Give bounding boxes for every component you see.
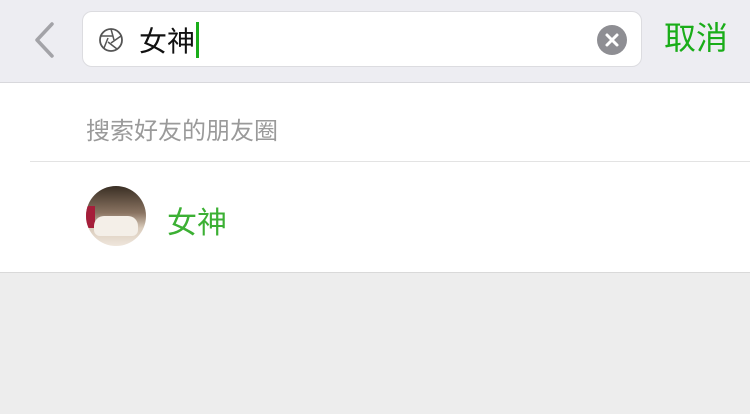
cancel-button[interactable]: 取消 xyxy=(664,16,728,60)
search-input[interactable]: 女神 xyxy=(82,11,642,67)
search-query-text[interactable]: 女神 xyxy=(139,20,200,60)
search-header: 女神 取消 xyxy=(0,0,750,83)
chevron-left-icon xyxy=(35,22,54,58)
back-button[interactable] xyxy=(24,18,64,62)
contact-name: 女神 xyxy=(167,206,227,241)
text-caret xyxy=(196,22,200,58)
clear-circle-icon xyxy=(605,33,619,47)
search-query-value: 女神 xyxy=(139,25,196,58)
avatar xyxy=(86,186,146,246)
section-title: 搜索好友的朋友圈 xyxy=(86,117,278,145)
search-results-panel: 搜索好友的朋友圈 女神 xyxy=(0,83,750,273)
clear-search-button[interactable] xyxy=(597,25,627,55)
moments-shutter-icon xyxy=(99,28,123,52)
list-item[interactable]: 女神 xyxy=(0,162,750,272)
